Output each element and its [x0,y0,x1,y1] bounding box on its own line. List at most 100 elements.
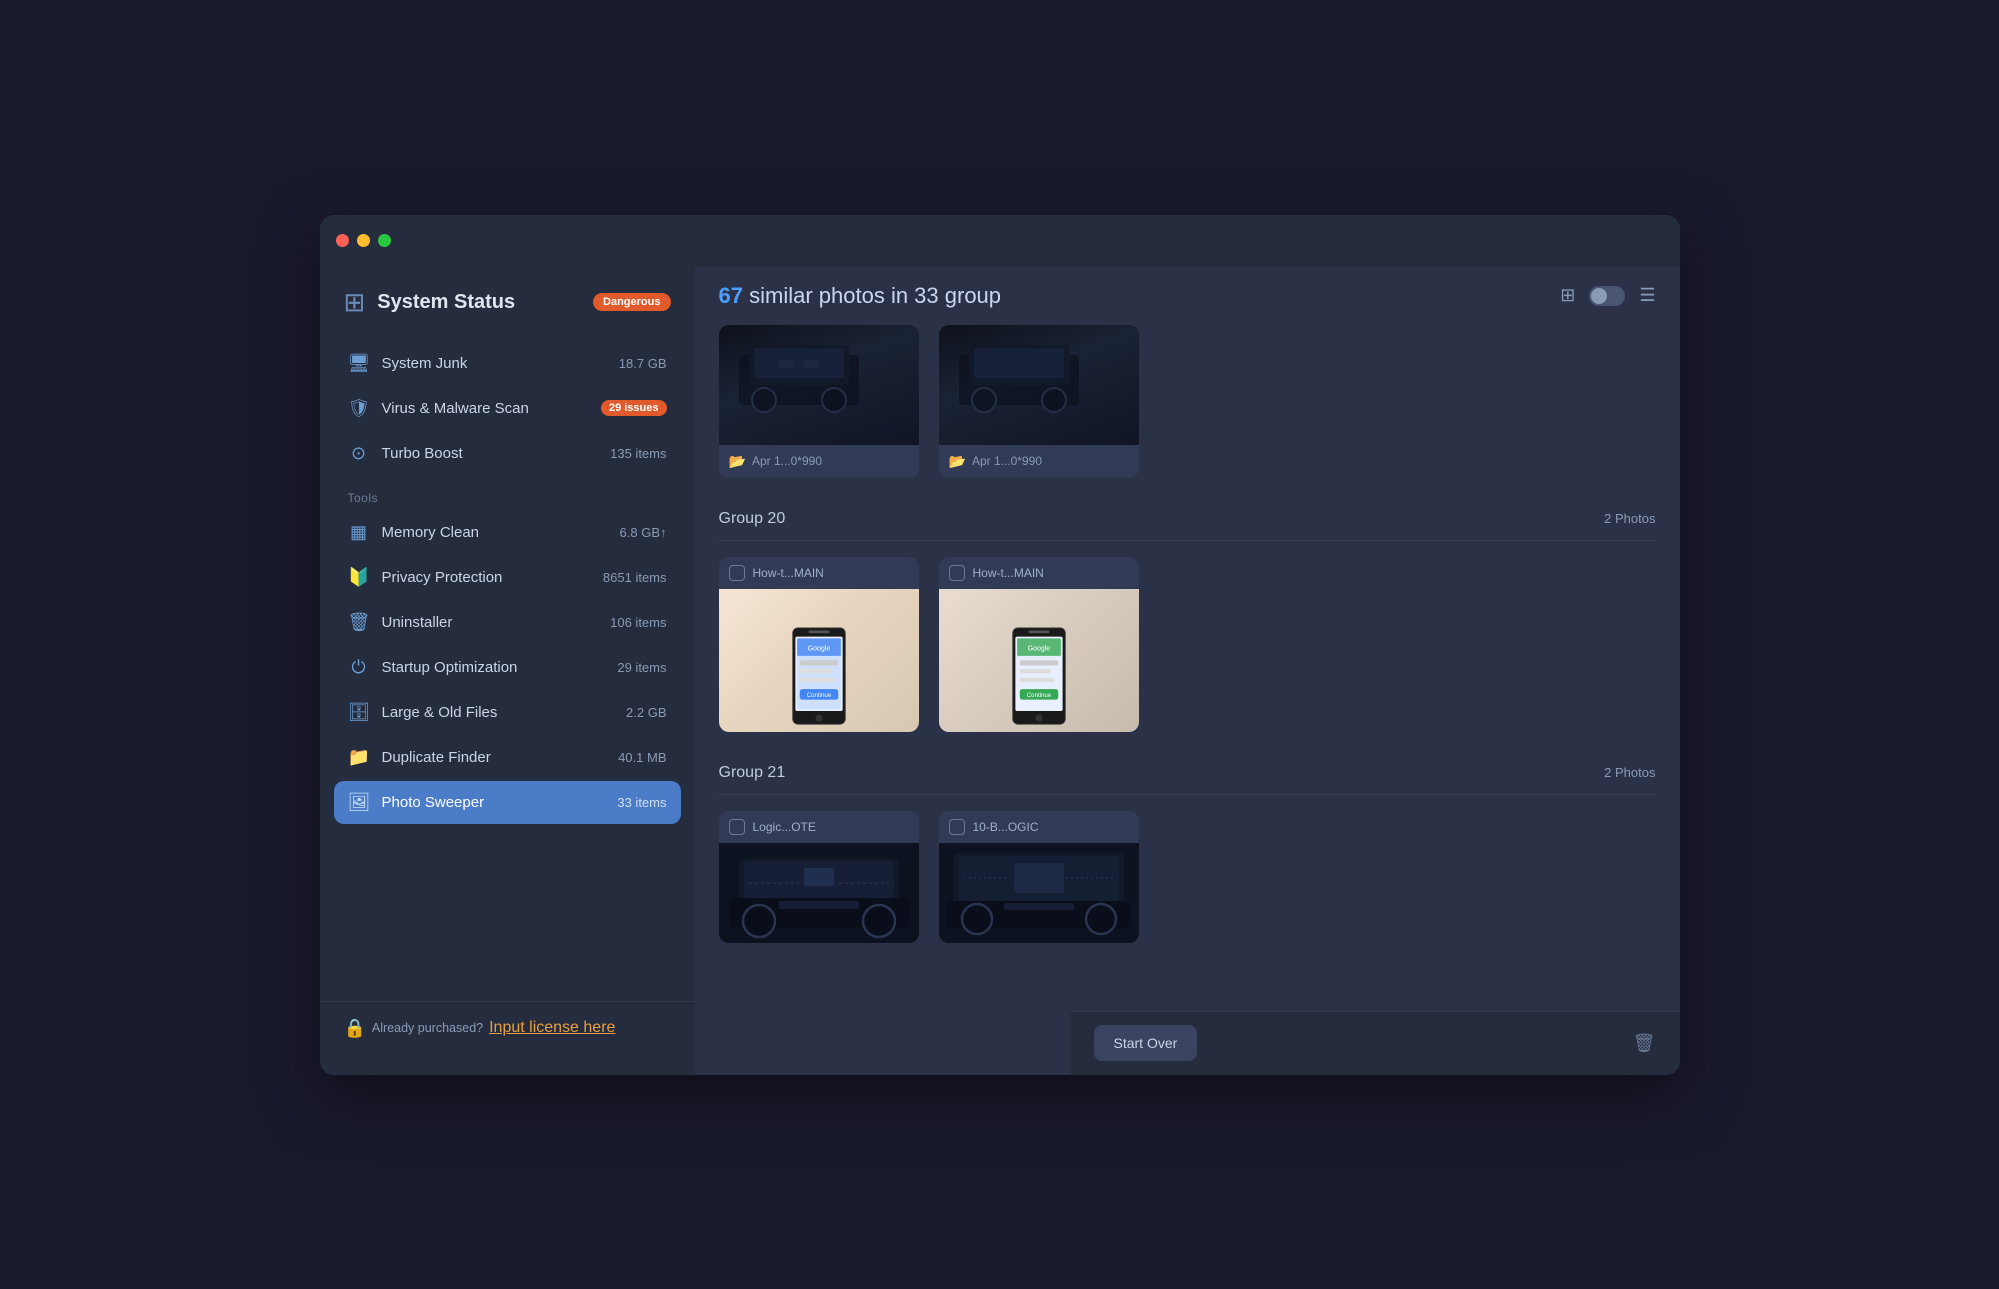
app-window: ⊞ System Status Dangerous 🖥 System Junk … [320,215,1680,1075]
status-badge: Dangerous [593,293,670,311]
sidebar-value: 135 items [610,446,666,461]
photo-meta-text: Apr 1...0*990 [752,454,822,468]
photo-item: Logic...OTE [719,811,919,943]
sidebar-value: 18.7 GB [619,356,667,371]
photo-item: How-t...MAIN Google [939,557,1139,732]
photo-checkbox[interactable] [949,819,965,835]
traffic-lights [336,234,391,247]
sidebar-item-virus-scan[interactable]: 🛡 Virus & Malware Scan 29 issues [334,387,681,430]
sidebar-label: Large & Old Files [382,704,615,721]
photo-filename: How-t...MAIN [753,566,824,580]
sidebar-value: 106 items [610,615,666,630]
list-view-icon[interactable]: ☰ [1639,285,1655,306]
sidebar-value: 29 items [617,660,666,675]
sidebar-header: ⊞ System Status Dangerous [320,287,695,342]
system-junk-icon: 🖥 [348,353,370,374]
main-content: 67 similar photos in 33 group ⊞ ☰ [695,267,1680,1075]
photo-checkbox[interactable] [729,819,745,835]
sidebar-item-uninstaller[interactable]: 🗑 Uninstaller 106 items [334,601,681,644]
sidebar-item-photo-sweeper[interactable]: 🖼 Photo Sweeper 33 items [334,781,681,824]
memory-clean-icon: ▦ [348,522,370,543]
photo-item-header: 10-B...OGIC [939,811,1139,843]
top-photos-row: 📂 Apr 1...0*990 [695,325,1680,498]
photo-item: How-t...MAIN Google [719,557,919,732]
page-title: 67 similar photos in 33 group [719,283,1561,309]
sidebar-item-system-junk[interactable]: 🖥 System Junk 18.7 GB [334,342,681,385]
photo-item-header: How-t...MAIN [719,557,919,589]
sidebar-value: 40.1 MB [618,750,666,765]
photo-thumbnail [719,325,919,445]
sidebar-item-privacy[interactable]: 🔰 Privacy Protection 8651 items [334,556,681,599]
sidebar-item-startup[interactable]: ⏻ Startup Optimization 29 items [334,646,681,689]
minimize-button[interactable] [357,234,370,247]
privacy-icon: 🔰 [348,567,370,588]
photo-filename: How-t...MAIN [973,566,1044,580]
sidebar-value: 8651 items [603,570,667,585]
sidebar-label: Turbo Boost [382,445,599,462]
svg-text:Continue: Continue [806,692,831,699]
photo-image: Google Continue [719,589,919,732]
header-controls: ⊞ ☰ [1560,285,1655,306]
main-layout: ⊞ System Status Dangerous 🖥 System Junk … [320,267,1680,1075]
license-link[interactable]: Input license here [489,1019,615,1037]
sidebar-label: Photo Sweeper [382,794,606,811]
sidebar-item-duplicate[interactable]: 📁 Duplicate Finder 40.1 MB [334,736,681,779]
sidebar-tools-section: ▦ Memory Clean 6.8 GB↑ 🔰 Privacy Protect… [320,511,695,826]
title-text: similar photos in 33 group [749,283,1001,308]
startup-icon: ⏻ [348,657,370,678]
sidebar-item-large-files[interactable]: 🗄 Large & Old Files 2.2 GB [334,691,681,734]
large-files-icon: 🗄 [348,702,370,723]
photo-image [719,843,919,943]
folder-icon: 📂 [729,453,746,470]
turbo-boost-icon: ⊙ [348,443,370,464]
start-over-button[interactable]: Start Over [1094,1025,1198,1061]
photo-meta: 📂 Apr 1...0*990 [719,445,919,478]
content-header: 67 similar photos in 33 group ⊞ ☰ [695,267,1680,325]
sidebar-item-memory-clean[interactable]: ▦ Memory Clean 6.8 GB↑ [334,511,681,554]
photo-meta-text: Apr 1...0*990 [972,454,1042,468]
group-20-count: 2 Photos [1604,511,1655,526]
duplicate-icon: 📁 [348,747,370,768]
content-scroll[interactable]: 📂 Apr 1...0*990 [695,325,1680,1075]
group-20-header: Group 20 2 Photos [719,498,1656,541]
uninstaller-icon: 🗑 [348,612,370,633]
maximize-button[interactable] [378,234,391,247]
group-20-photos: How-t...MAIN Google [719,557,1656,732]
sidebar-footer: 🔒 Already purchased? Input license here [320,1001,695,1055]
photo-filename: 10-B...OGIC [973,820,1039,834]
svg-text:Continue: Continue [1026,692,1051,699]
issues-badge: 29 issues [601,400,667,416]
photo-checkbox[interactable] [729,565,745,581]
trash-icon[interactable]: 🗑 [1633,1033,1656,1054]
photo-thumbnail [939,325,1139,445]
photo-filename: Logic...OTE [753,820,816,834]
group-21-section: Group 21 2 Photos Logic...OTE [695,752,1680,943]
photo-item-header: Logic...OTE [719,811,919,843]
close-button[interactable] [336,234,349,247]
sidebar-title: System Status [377,291,515,314]
photo-item: 10-B...OGIC [939,811,1139,943]
sidebar: ⊞ System Status Dangerous 🖥 System Junk … [320,267,695,1075]
title-count: 67 [719,283,743,308]
sidebar-label: Memory Clean [382,524,608,541]
svg-text:Google: Google [807,646,830,653]
photo-sweeper-icon: 🖼 [348,792,370,813]
sidebar-item-turbo-boost[interactable]: ⊙ Turbo Boost 135 items [334,432,681,475]
photo-checkbox[interactable] [949,565,965,581]
photo-item-header: How-t...MAIN [939,557,1139,589]
folder-icon: 📂 [949,453,966,470]
group-21-photos: Logic...OTE [719,811,1656,943]
sidebar-label: Startup Optimization [382,659,606,676]
group-21-title: Group 21 [719,764,786,782]
group-21-header: Group 21 2 Photos [719,752,1656,795]
tools-label: Tools [320,477,695,511]
sidebar-value: 6.8 GB↑ [620,525,667,540]
sidebar-main-section: 🖥 System Junk 18.7 GB 🛡 Virus & Malware … [320,342,695,477]
title-bar [320,215,1680,267]
sidebar-value: 33 items [617,795,666,810]
view-toggle[interactable] [1589,286,1625,306]
grid-view-icon[interactable]: ⊞ [1560,285,1575,306]
photo-image: Google Continue [939,589,1139,732]
sidebar-label: Virus & Malware Scan [382,400,589,417]
photo-image [939,843,1139,943]
